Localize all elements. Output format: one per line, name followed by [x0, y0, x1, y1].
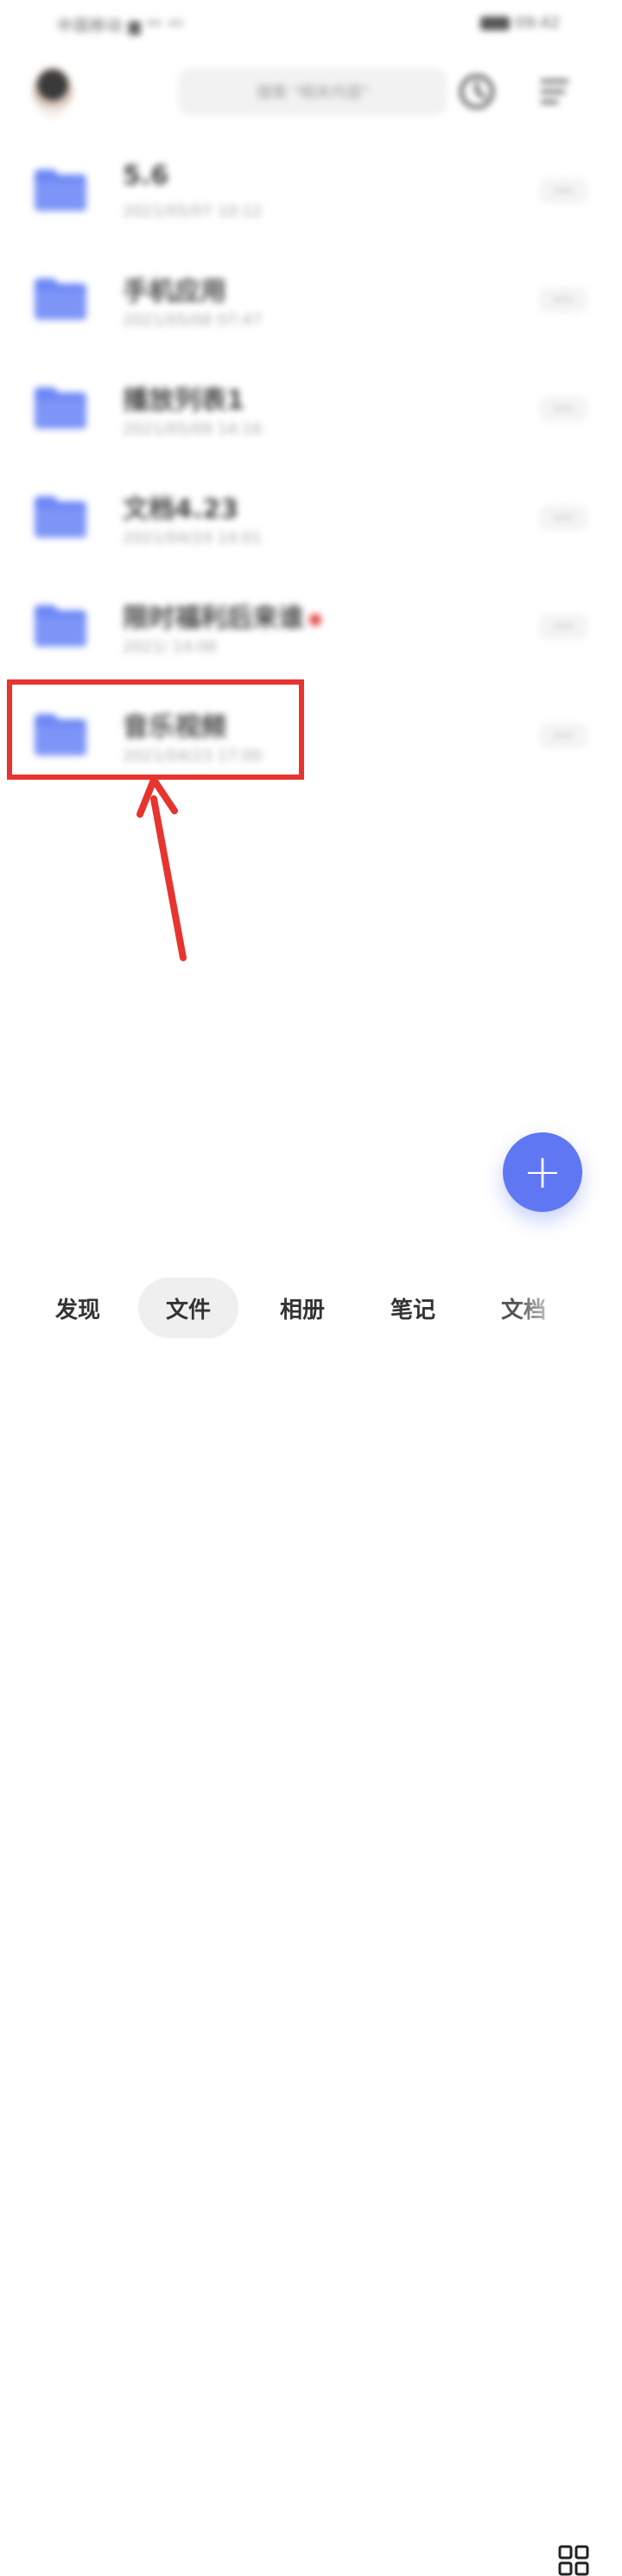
file-row[interactable]: 限时福利后来谁 2021/ 14:06 ··· [0, 576, 622, 671]
file-date: 2021/05/09 14:16 [123, 420, 263, 438]
tab-album[interactable]: 相册 [270, 1278, 335, 1338]
new-badge [309, 613, 321, 626]
grid-icon[interactable] [558, 2545, 589, 2576]
file-date: 2021/04/24 14:01 [123, 529, 263, 547]
folder-icon [35, 169, 86, 211]
status-carrier: 中国移动 ▆ ⁴ᴳ ⁴ᴳ [57, 17, 184, 35]
file-row[interactable]: 播放列表1 2021/05/09 14:16 ··· [0, 358, 622, 453]
tab-discover-label: 发现 [54, 1297, 100, 1323]
folder-icon [35, 278, 86, 320]
tab-notes-label: 笔记 [390, 1297, 435, 1323]
file-name: 手机应用 [123, 277, 226, 307]
file-name: 5.6 [123, 161, 169, 191]
more-button[interactable]: ··· [539, 178, 587, 204]
file-name: 播放列表1 [123, 386, 244, 416]
avatar[interactable] [33, 67, 73, 118]
bottom-navigation: 发现 文件 相册 笔记 文档 [0, 1262, 622, 2576]
search-placeholder: 搜索 "相关内容" [256, 84, 370, 102]
status-bar: 中国移动 ▆ ⁴ᴳ ⁴ᴳ 09:42 [0, 0, 622, 48]
folder-icon [35, 387, 86, 429]
more-button[interactable]: ··· [539, 723, 587, 749]
file-row[interactable]: 5.6 2021/05/07 10:12 ··· [0, 140, 622, 235]
tab-notes[interactable]: 笔记 [380, 1278, 446, 1338]
file-name-text: 限时福利后来谁 [123, 603, 304, 634]
status-right: 09:42 [480, 14, 560, 32]
tab-documents[interactable]: 文档 [494, 1278, 553, 1338]
tab-files[interactable]: 文件 [138, 1278, 238, 1338]
menu-icon[interactable] [539, 74, 570, 109]
tab-album-label: 相册 [279, 1297, 325, 1323]
top-bar: 搜索 "相关内容" [0, 57, 622, 126]
arrow-annotation [136, 776, 187, 961]
file-row[interactable]: 文档4.23 2021/04/24 14:01 ··· [0, 467, 622, 562]
tab-files-label: 文件 [165, 1297, 211, 1323]
file-name: 限时福利后来谁 [123, 596, 321, 634]
file-date: 2021/ 14:06 [123, 638, 218, 656]
more-button[interactable]: ··· [539, 287, 587, 313]
file-name: 文档4.23 [123, 494, 239, 525]
more-button[interactable]: ··· [539, 505, 587, 531]
file-date: 2021/05/08 07:47 [123, 311, 263, 329]
tab-documents-label: 文档 [500, 1297, 546, 1323]
tab-discover[interactable]: 发现 [45, 1278, 111, 1338]
file-row[interactable]: 手机应用 2021/05/08 07:47 ··· [0, 249, 622, 344]
file-date: 2021/05/07 10:12 [123, 202, 263, 220]
add-button[interactable]: + [503, 1132, 582, 1212]
folder-icon [35, 605, 86, 647]
status-time: 09:42 [515, 14, 560, 32]
search-input[interactable]: 搜索 "相关内容" [178, 67, 447, 116]
clock-icon[interactable] [458, 73, 496, 111]
highlight-box [7, 679, 304, 780]
add-button-label: + [523, 1145, 562, 1199]
more-button[interactable]: ··· [539, 614, 587, 640]
battery-icon [480, 16, 511, 30]
blurred-content: 中国移动 ▆ ⁴ᴳ ⁴ᴳ 09:42 搜索 "相关内容" 5.6 2021/05… [0, 0, 622, 1262]
folder-icon [35, 496, 86, 538]
more-button[interactable]: ··· [539, 396, 587, 422]
